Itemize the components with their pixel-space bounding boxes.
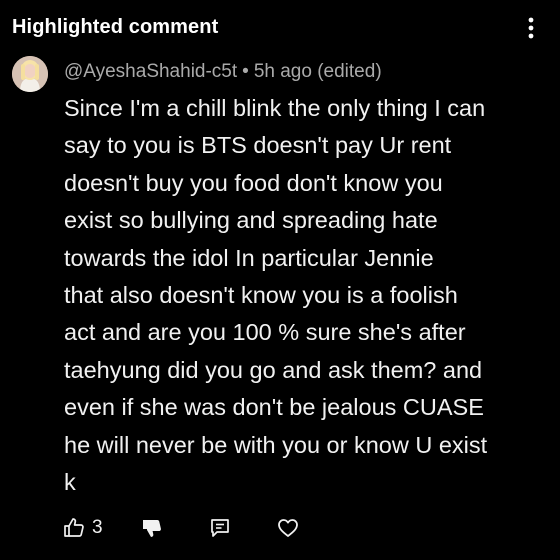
edited-label: (edited) — [317, 61, 382, 82]
reply-comment-icon — [211, 519, 229, 537]
meta-separator: • — [242, 61, 249, 82]
like-button[interactable]: 3 — [62, 510, 103, 546]
thumbs-up-icon — [64, 518, 84, 537]
comment-text: Since I'm a chill blink the only thing I… — [64, 95, 488, 496]
more-options-button[interactable] — [519, 15, 543, 41]
comment-actions: 3 — [0, 510, 560, 546]
more-vertical-icon — [528, 17, 534, 39]
author-handle[interactable]: @AyeshaShahid-c5t — [64, 61, 237, 82]
like-count: 3 — [92, 517, 103, 538]
avatar[interactable] — [12, 56, 48, 92]
comment-time[interactable]: 5h ago — [254, 61, 312, 82]
heart-button[interactable] — [276, 510, 300, 546]
comment-meta: @AyeshaShahid-c5t • 5h ago (edited) — [64, 61, 382, 83]
dislike-button[interactable] — [140, 510, 164, 546]
avatar-image — [12, 56, 48, 92]
thumbs-down-icon — [143, 520, 161, 537]
heart-icon — [278, 519, 298, 537]
reply-button[interactable] — [208, 510, 232, 546]
header-title: Highlighted comment — [12, 16, 219, 38]
header: Highlighted comment — [0, 0, 560, 56]
